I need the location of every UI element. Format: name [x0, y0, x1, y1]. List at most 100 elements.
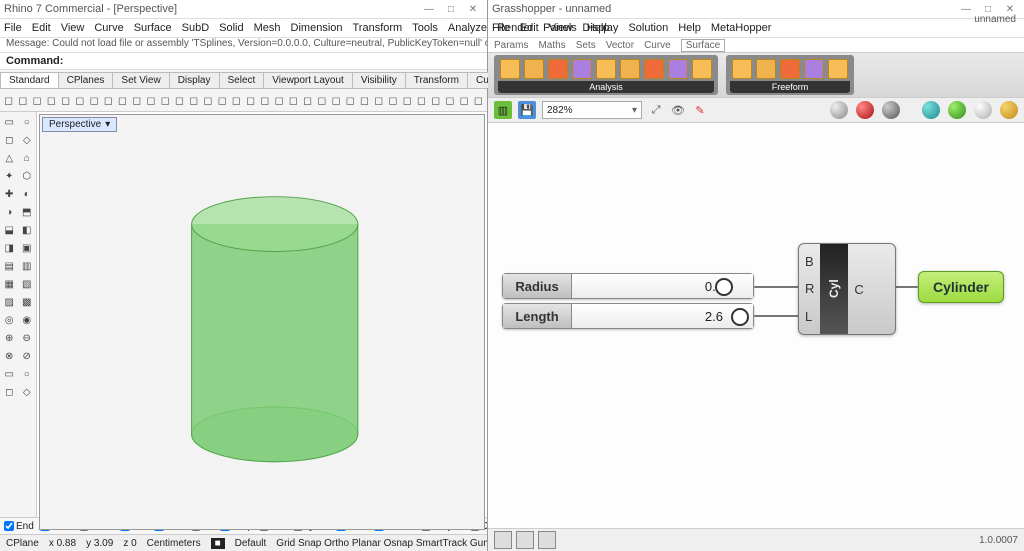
shelf-component-icon[interactable] [756, 59, 776, 79]
menu-file[interactable]: File [4, 22, 22, 34]
toolbar-icon[interactable]: ◻ [130, 92, 143, 108]
mesh-preview-icon[interactable] [974, 101, 992, 119]
toolbar-icon[interactable]: ◻ [344, 92, 357, 108]
toolbar-icon[interactable]: ◻ [16, 92, 29, 108]
toolbar-tab[interactable]: Set View [112, 72, 169, 88]
palette-tool[interactable]: ✦ [1, 168, 18, 185]
palette-tool[interactable]: ▥ [19, 258, 36, 275]
chevron-down-icon[interactable]: ▾ [105, 119, 110, 130]
port-c[interactable]: C [854, 282, 863, 297]
perspective-viewport[interactable]: Perspective▾ [39, 114, 485, 530]
command-prompt[interactable]: Command: [0, 52, 487, 70]
toolbar-icon[interactable]: ◻ [2, 92, 15, 108]
toolbar-tab[interactable]: Visibility [352, 72, 406, 88]
toolbar-icon[interactable]: ◻ [443, 92, 456, 108]
maximize-icon[interactable]: □ [441, 2, 461, 16]
close-icon[interactable]: ✕ [463, 2, 483, 16]
toolbar-tab[interactable]: Transform [405, 72, 468, 88]
toolbar-icon[interactable]: ◻ [45, 92, 58, 108]
palette-tool[interactable]: ◨ [1, 240, 18, 257]
gh-canvas[interactable]: Radius 0.8 Length 2.6 B R L [488, 123, 1024, 528]
palette-tool[interactable]: ▭ [1, 366, 18, 383]
cylinder-component[interactable]: B R L Cyl C [798, 243, 896, 335]
gh-menu-display[interactable]: Display [582, 22, 618, 34]
palette-tool[interactable]: ⌂ [19, 150, 36, 167]
menu-mesh[interactable]: Mesh [254, 22, 281, 34]
markov-icon[interactable] [494, 531, 512, 549]
palette-tool[interactable]: ◉ [19, 312, 36, 329]
toolbar-icon[interactable]: ◻ [472, 92, 485, 108]
gh-menu-view[interactable]: View [549, 22, 573, 34]
slider-knob[interactable] [731, 308, 749, 326]
slider-track[interactable]: 0.8 [572, 273, 754, 299]
palette-tool[interactable]: ⊕ [1, 330, 18, 347]
toolbar-icon[interactable]: ◻ [258, 92, 271, 108]
gh-tab-maths[interactable]: Maths [538, 40, 565, 51]
toolbar-icon[interactable]: ◻ [287, 92, 300, 108]
toolbar-tab[interactable]: Viewport Layout [263, 72, 353, 88]
palette-tool[interactable]: ◑ [1, 204, 18, 221]
layer-chip[interactable]: ■ [211, 538, 225, 549]
toolbar-icon[interactable]: ◻ [201, 92, 214, 108]
slider-track[interactable]: 2.6 [572, 303, 754, 329]
sketch-icon[interactable]: ✎ [692, 102, 708, 118]
custom-preview-icon[interactable] [1000, 101, 1018, 119]
toolbar-icon[interactable]: ◻ [315, 92, 328, 108]
toolbar-icon[interactable]: ◻ [372, 92, 385, 108]
toolbar-icon[interactable]: ◻ [301, 92, 314, 108]
palette-tool[interactable]: ◻ [1, 132, 18, 149]
toolbar-icon[interactable]: ◻ [116, 92, 129, 108]
shelf-component-icon[interactable] [732, 59, 752, 79]
gh-tab-curve[interactable]: Curve [644, 40, 671, 51]
toolbar-icon[interactable]: ◻ [159, 92, 172, 108]
cluster-icon[interactable] [538, 531, 556, 549]
menu-dimension[interactable]: Dimension [291, 22, 343, 34]
save-icon[interactable]: 💾 [518, 101, 536, 119]
preview-icon[interactable]: 👁 [670, 102, 686, 118]
gh-menu-help[interactable]: Help [678, 22, 701, 34]
toolbar-icon[interactable]: ◻ [73, 92, 86, 108]
port-l[interactable]: L [805, 309, 814, 324]
palette-tool[interactable]: ▧ [19, 276, 36, 293]
zoom-extents-icon[interactable]: ⤢ [648, 102, 664, 118]
palette-tool[interactable]: ⊘ [19, 348, 36, 365]
shelf-component-icon[interactable] [804, 59, 824, 79]
no-preview-icon[interactable] [882, 101, 900, 119]
palette-tool[interactable]: ◎ [1, 312, 18, 329]
menu-subd[interactable]: SubD [182, 22, 210, 34]
toolbar-icon[interactable]: ◻ [59, 92, 72, 108]
gh-tab-sets[interactable]: Sets [576, 40, 596, 51]
menu-transform[interactable]: Transform [353, 22, 403, 34]
toolbar-tab[interactable]: Display [169, 72, 220, 88]
palette-tool[interactable]: ◇ [19, 132, 36, 149]
palette-tool[interactable]: ▩ [19, 294, 36, 311]
menu-edit[interactable]: Edit [32, 22, 51, 34]
menu-curve[interactable]: Curve [94, 22, 123, 34]
minimize-icon[interactable]: — [956, 2, 976, 16]
osnap-end[interactable] [4, 521, 14, 531]
toolbar-icon[interactable]: ◻ [102, 92, 115, 108]
menu-tools[interactable]: Tools [412, 22, 438, 34]
toolbar-icon[interactable]: ◻ [429, 92, 442, 108]
shelf-component-icon[interactable] [572, 59, 592, 79]
shelf-component-icon[interactable] [500, 59, 520, 79]
gh-tab-vector[interactable]: Vector [606, 40, 634, 51]
menu-analyze[interactable]: Analyze [448, 22, 487, 34]
palette-tool[interactable]: ▭ [1, 114, 18, 131]
palette-tool[interactable]: ⬡ [19, 168, 36, 185]
shelf-component-icon[interactable] [596, 59, 616, 79]
palette-tool[interactable]: ○ [19, 114, 36, 131]
cylinder-param[interactable]: Cylinder [918, 271, 1004, 303]
port-b[interactable]: B [805, 254, 814, 269]
doc-preview-icon[interactable] [922, 101, 940, 119]
shelf-component-icon[interactable] [828, 59, 848, 79]
palette-tool[interactable]: ▦ [1, 276, 18, 293]
palette-tool[interactable]: ⊗ [1, 348, 18, 365]
slider-radius[interactable]: Radius 0.8 [502, 273, 754, 299]
open-file-icon[interactable]: ▥ [494, 101, 512, 119]
toolbar-icon[interactable]: ◻ [216, 92, 229, 108]
slider-length[interactable]: Length 2.6 [502, 303, 754, 329]
toolbar-icon[interactable]: ◻ [358, 92, 371, 108]
viewport-label[interactable]: Perspective▾ [42, 117, 117, 132]
toolbar-tab[interactable]: Select [219, 72, 265, 88]
